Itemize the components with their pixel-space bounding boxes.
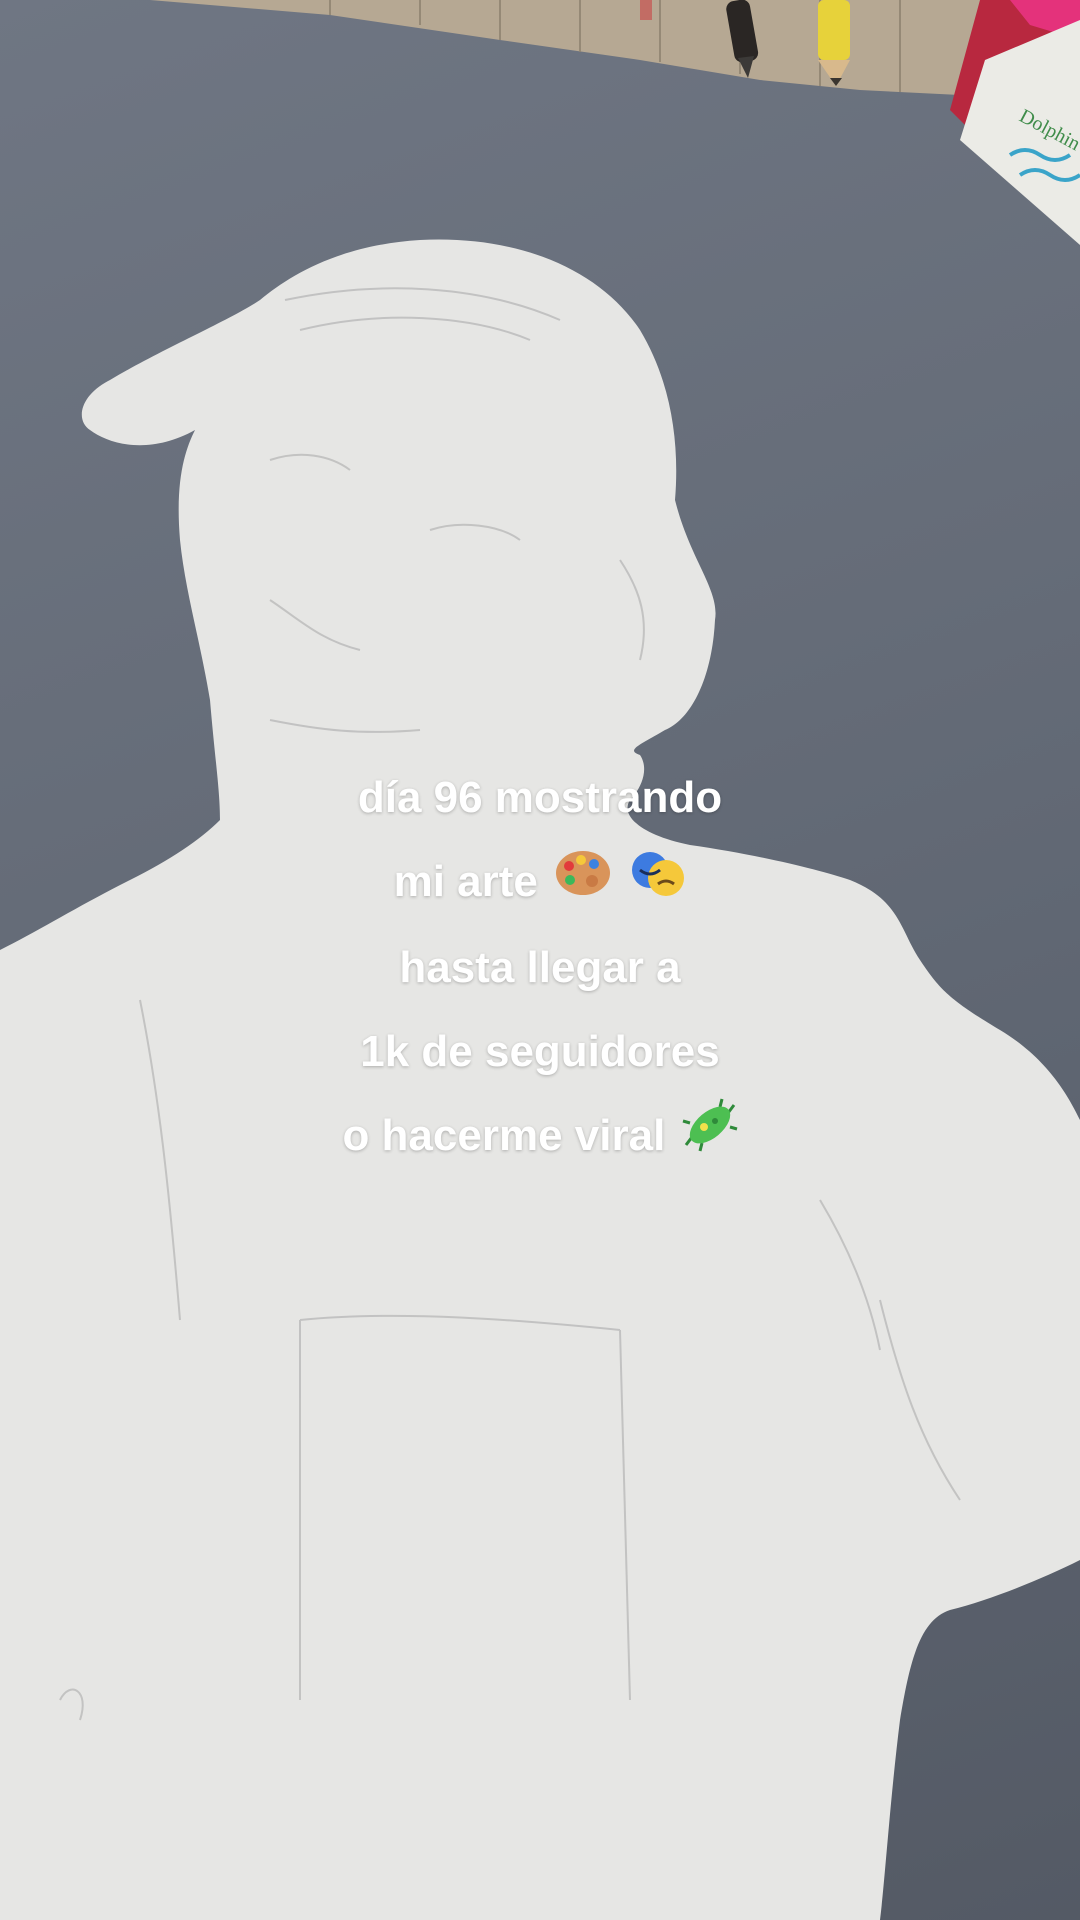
- caption-line-4: 1k de seguidores: [360, 1027, 720, 1077]
- artist-palette-icon: [554, 842, 612, 926]
- photo-scene: Dolphin día 96 mostrando mi arte hasta l…: [0, 0, 1080, 1920]
- caption-line-1: día 96 mostrando: [357, 773, 723, 822]
- caption-line-2-text: mi arte: [393, 857, 538, 906]
- caption-line-2: mi arte: [0, 840, 1080, 926]
- performing-arts-icon: [628, 842, 686, 926]
- cutting-mat: [150, 0, 1000, 95]
- caption-line-3: hasta llegar a: [399, 943, 681, 993]
- caption-line-5-text: o hacerme viral: [342, 1111, 666, 1161]
- microbe-icon: [682, 1097, 738, 1181]
- caption-line-5: o hacerme viral: [0, 1094, 1080, 1180]
- overlay-caption: día 96 mostrando mi arte hasta llegar a …: [0, 756, 1080, 1181]
